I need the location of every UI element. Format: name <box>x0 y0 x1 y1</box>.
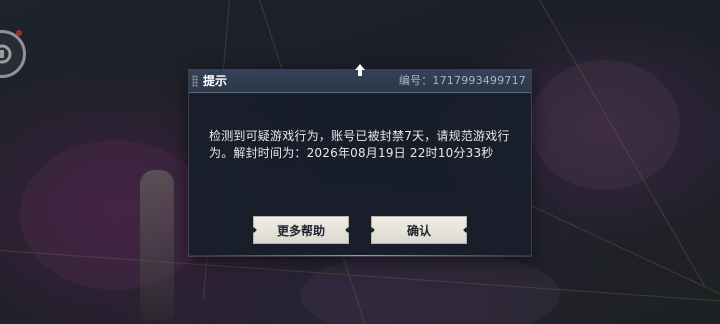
drag-grip-icon[interactable] <box>192 75 198 87</box>
dialog-divider <box>189 255 531 256</box>
game-background: 提示 编号：1717993499717 检测到可疑游戏行为，账号已被封禁7天，请… <box>0 0 720 324</box>
more-help-button[interactable]: 更多帮助 <box>253 216 349 244</box>
confirm-button[interactable]: 确认 <box>371 216 467 244</box>
pin-icon <box>355 64 365 76</box>
dialog-id-label: 编号：1717993499717 <box>398 74 526 87</box>
dialog-title: 提示 <box>203 74 228 88</box>
ban-notice-dialog: 提示 编号：1717993499717 检测到可疑游戏行为，账号已被封禁7天，请… <box>189 64 531 256</box>
dialog-message: 检测到可疑游戏行为，账号已被封禁7天，请规范游戏行为。解封时间为：2026年08… <box>209 129 510 160</box>
